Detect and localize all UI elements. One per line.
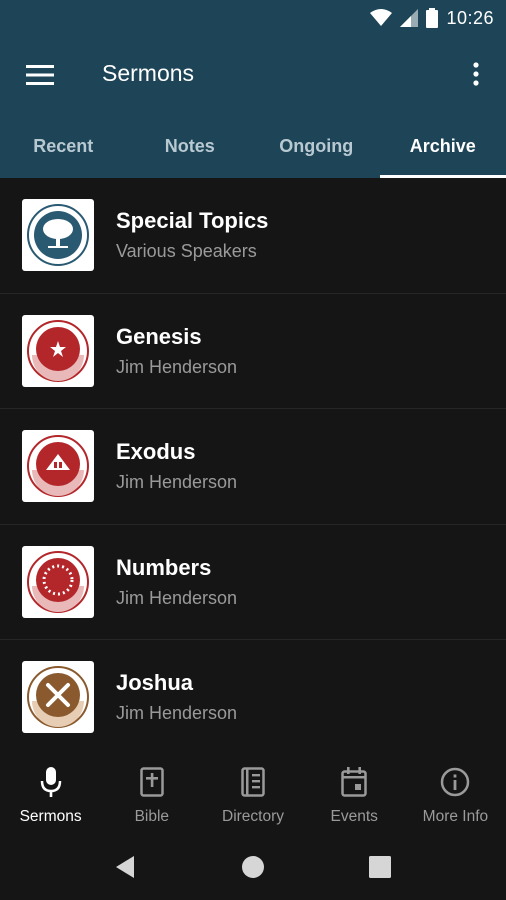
tab-recent[interactable]: Recent bbox=[0, 114, 127, 178]
tab-bar: Recent Notes Ongoing Archive bbox=[0, 114, 506, 178]
joshua-logo-icon bbox=[27, 666, 89, 728]
series-speaker: Jim Henderson bbox=[116, 587, 238, 608]
sermon-series-list: Special Topics Various Speakers Genesis … bbox=[0, 178, 506, 754]
microphone-icon bbox=[36, 766, 66, 798]
hamburger-menu-icon bbox=[26, 65, 54, 85]
exodus-logo-icon bbox=[27, 435, 89, 497]
list-item[interactable]: Joshua Jim Henderson bbox=[0, 640, 506, 754]
tab-notes[interactable]: Notes bbox=[127, 114, 254, 178]
series-title: Joshua bbox=[116, 670, 194, 695]
list-item[interactable]: Special Topics Various Speakers bbox=[0, 178, 506, 294]
series-thumbnail bbox=[22, 661, 94, 733]
battery-icon bbox=[426, 8, 439, 28]
nav-label: Directory bbox=[222, 808, 285, 825]
more-vertical-icon bbox=[473, 62, 479, 86]
nav-label: Sermons bbox=[19, 808, 82, 825]
nav-directory[interactable]: Directory bbox=[202, 754, 303, 834]
bottom-navigation: Sermons Bible Directory Events More Info bbox=[0, 754, 506, 834]
home-circle-icon bbox=[242, 856, 264, 878]
series-thumbnail bbox=[22, 199, 94, 271]
nav-more-info[interactable]: More Info bbox=[405, 754, 506, 834]
series-title: Exodus bbox=[116, 439, 196, 464]
series-thumbnail bbox=[22, 430, 94, 502]
system-navigation-bar bbox=[0, 834, 506, 900]
nav-label: More Info bbox=[422, 808, 489, 825]
status-icons: 10:26 bbox=[370, 6, 494, 30]
status-time: 10:26 bbox=[446, 7, 494, 28]
directory-icon bbox=[238, 766, 268, 798]
list-item[interactable]: Genesis Jim Henderson bbox=[0, 294, 506, 409]
series-speaker: Various Speakers bbox=[116, 241, 257, 261]
info-icon bbox=[440, 766, 470, 798]
numbers-logo-icon bbox=[27, 550, 89, 613]
nav-sermons[interactable]: Sermons bbox=[0, 754, 101, 834]
tree-logo-icon bbox=[27, 204, 89, 266]
app-bar: Sermons bbox=[0, 36, 506, 114]
nav-label: Events bbox=[330, 808, 378, 825]
list-item[interactable]: Exodus Jim Henderson bbox=[0, 409, 506, 525]
menu-button[interactable] bbox=[22, 58, 58, 92]
bible-icon bbox=[137, 766, 167, 798]
series-title: Special Topics bbox=[116, 208, 269, 233]
series-title: Genesis bbox=[116, 323, 202, 349]
recents-square-icon bbox=[369, 856, 391, 878]
tab-archive[interactable]: Archive bbox=[379, 114, 506, 178]
nav-bible[interactable]: Bible bbox=[101, 754, 202, 834]
tab-ongoing[interactable]: Ongoing bbox=[253, 114, 380, 178]
recents-button[interactable] bbox=[365, 852, 395, 882]
series-speaker: Jim Henderson bbox=[116, 703, 238, 723]
nav-events[interactable]: Events bbox=[304, 754, 405, 834]
series-speaker: Jim Henderson bbox=[116, 472, 238, 492]
series-title: Numbers bbox=[116, 554, 212, 580]
back-triangle-icon bbox=[116, 856, 134, 878]
series-speaker: Jim Henderson bbox=[116, 356, 238, 377]
back-button[interactable] bbox=[110, 852, 140, 882]
wifi-icon bbox=[370, 9, 393, 26]
home-button[interactable] bbox=[238, 852, 268, 882]
signal-icon bbox=[400, 9, 419, 27]
genesis-logo-icon bbox=[27, 319, 89, 382]
list-item[interactable]: Numbers Jim Henderson bbox=[0, 525, 506, 640]
status-bar: 10:26 bbox=[0, 0, 506, 36]
nav-label: Bible bbox=[134, 808, 170, 825]
calendar-icon bbox=[339, 766, 369, 798]
series-thumbnail bbox=[22, 545, 94, 618]
page-title: Sermons bbox=[102, 60, 195, 86]
series-thumbnail bbox=[22, 314, 94, 387]
overflow-menu-button[interactable] bbox=[464, 56, 488, 92]
